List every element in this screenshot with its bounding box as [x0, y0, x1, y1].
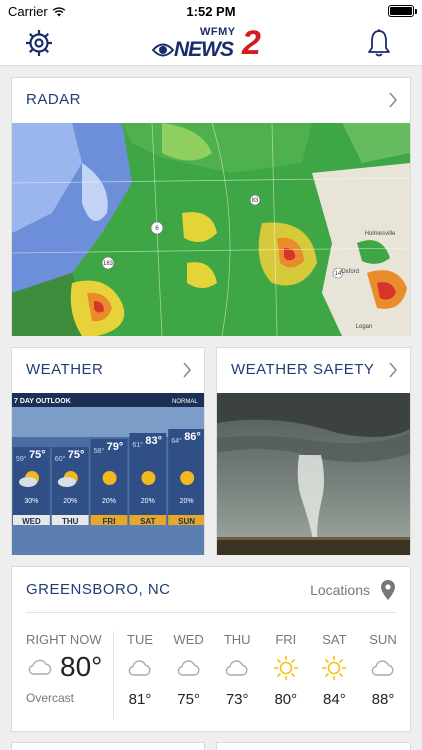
tornado-graphic — [217, 393, 410, 555]
cloud-icon — [370, 655, 396, 681]
logo-number: 2 — [242, 24, 261, 62]
route-label: 83 — [252, 198, 259, 204]
logo-news: NEWS — [174, 38, 234, 61]
sun-icon — [180, 471, 195, 485]
chevron-right-icon — [389, 362, 397, 378]
place-label: Oxford — [341, 269, 359, 275]
outlook-day-name: SAT — [140, 517, 156, 526]
outlook-badge: NORMAL — [172, 399, 198, 405]
outlook-high: 86° — [184, 431, 201, 443]
forecast-day: SUN 88° — [359, 632, 407, 708]
outlook-low: 64° — [171, 437, 182, 445]
forecast-day-name: WED — [173, 632, 204, 647]
sun-icon — [273, 655, 299, 681]
nav-bar: WFMY NEWS 2 — [0, 22, 422, 66]
divider — [113, 631, 114, 719]
outlook-precip: 20% — [63, 498, 77, 505]
clock: 1:52 PM — [186, 4, 236, 19]
weather-safety-title: WEATHER SAFETY — [231, 361, 375, 378]
cloud-icon — [19, 477, 37, 487]
route-label: 183 — [103, 261, 114, 267]
cbs-eye-icon — [152, 43, 174, 57]
next-card — [216, 742, 411, 750]
outlook-day-name: SUN — [178, 517, 195, 526]
forecast-day: SAT 84° — [310, 632, 358, 708]
radar-map-graphic: 183 6 83 14 Oxford Logan Holmesville — [12, 123, 410, 336]
city-name: GREENSBORO, NC — [26, 581, 171, 598]
seven-day-outlook-image[interactable]: 7 DAY OUTLOOK NORMAL 59° 75° 30% WED 60° 75° 2… — [12, 393, 204, 555]
radar-title: RADAR — [26, 91, 82, 108]
outlook-high: 79° — [107, 441, 124, 453]
forecast-day: TUE 81° — [116, 632, 164, 708]
outlook-day-name: FRI — [103, 517, 116, 526]
place-label: Holmesville — [365, 231, 396, 237]
next-card — [11, 742, 205, 750]
divider — [26, 612, 396, 613]
outlook-precip: 20% — [180, 498, 194, 505]
forecast-day-name: FRI — [275, 632, 297, 647]
radar-card[interactable]: RADAR 183 6 83 14 Oxford Logan Holmesvil… — [11, 77, 411, 336]
radar-map-image[interactable]: 183 6 83 14 Oxford Logan Holmesville — [12, 123, 410, 336]
cloud-icon — [127, 655, 153, 681]
outlook-header: 7 DAY OUTLOOK — [14, 398, 71, 405]
chevron-right-icon — [389, 92, 397, 108]
forecast-day-temp: 80° — [274, 691, 298, 708]
forecast-day-name: THU — [223, 632, 251, 647]
forecast-day-temp: 88° — [371, 691, 395, 708]
outlook-low: 61° — [132, 441, 143, 449]
outlook-day-name: THU — [62, 517, 79, 526]
outlook-day-column: 64° 86° 20% SUN — [168, 429, 204, 527]
cloud-icon — [57, 477, 76, 487]
notifications-bell-icon[interactable] — [366, 28, 392, 58]
forecast-day-name: SAT — [322, 632, 347, 647]
outlook-low: 59° — [16, 455, 27, 463]
tornado-photo[interactable] — [217, 393, 410, 555]
forecast-day-temp: 75° — [177, 691, 200, 708]
place-label: Logan — [356, 324, 373, 330]
weather-card[interactable]: WEATHER 7 DAY OUTLOOK NORMAL 59° 75° 30% WE… — [11, 347, 205, 555]
logo-callsign: WFMY — [200, 26, 236, 38]
current-temperature: 80° — [60, 651, 103, 682]
forecast-day: THU 73° — [213, 632, 261, 708]
battery-icon — [388, 5, 417, 17]
outlook-graphic: 7 DAY OUTLOOK NORMAL 59° 75°30%WED60° 75°2… — [12, 393, 204, 555]
outlook-day-column: 59° 75° 30% WED — [13, 447, 50, 527]
sun-icon — [321, 655, 347, 681]
outlook-high: 75° — [68, 449, 85, 461]
forecast-day-temp: 81° — [128, 691, 152, 708]
forecast-day-name: SUN — [369, 632, 397, 647]
outlook-high: 83° — [145, 435, 162, 447]
forecast-day: WED 75° — [165, 632, 213, 708]
outlook-precip: 20% — [141, 498, 155, 505]
local-forecast-card: GREENSBORO, NC Locations RIGHT NOW 80° O… — [11, 566, 411, 732]
forecast-day-temp: 73° — [225, 691, 249, 708]
settings-gear-icon[interactable] — [24, 28, 54, 58]
forecast-day-name: TUE — [127, 632, 153, 647]
station-logo: WFMY NEWS 2 — [152, 26, 270, 62]
locations-link[interactable]: Locations — [310, 582, 370, 598]
forecast-day: FRI 80° — [262, 632, 310, 708]
forecast-day-temp: 84° — [323, 691, 346, 708]
chevron-right-icon — [183, 362, 191, 378]
outlook-precip: 20% — [102, 498, 116, 505]
location-pin-icon[interactable] — [380, 579, 396, 601]
status-bar: Carrier 1:52 PM — [0, 0, 422, 22]
cloud-icon — [28, 659, 52, 675]
sun-icon — [102, 471, 117, 485]
sun-icon — [141, 471, 156, 485]
outlook-day-name: WED — [22, 517, 41, 526]
right-now-label: RIGHT NOW — [26, 632, 102, 647]
cloud-icon — [176, 655, 202, 681]
weather-title: WEATHER — [26, 361, 104, 378]
weather-safety-card[interactable]: WEATHER SAFETY — [216, 347, 411, 555]
outlook-day-column: 60° 75° 20% THU — [51, 447, 89, 527]
outlook-precip: 30% — [24, 498, 38, 505]
outlook-high: 75° — [29, 449, 46, 461]
outlook-day-column: 61° 83° 20% SAT — [129, 433, 167, 527]
cloud-icon — [224, 655, 250, 681]
outlook-low: 60° — [55, 455, 66, 463]
current-condition: Overcast — [26, 691, 75, 705]
outlook-low: 58° — [94, 447, 105, 455]
outlook-day-column: 58° 79° 20% FRI — [90, 439, 128, 527]
